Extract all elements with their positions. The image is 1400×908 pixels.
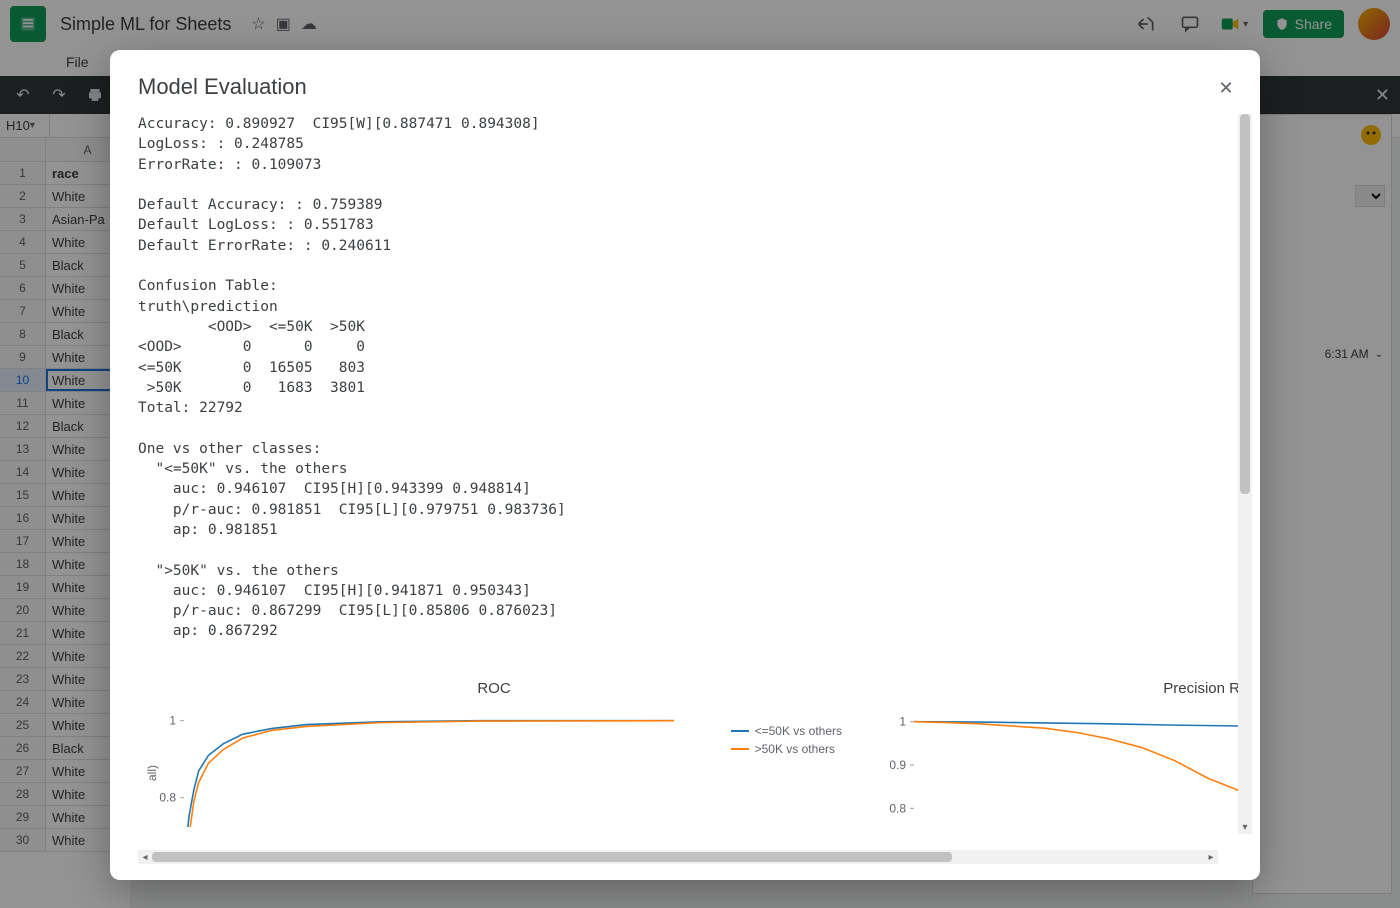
svg-text:0.8: 0.8	[889, 801, 906, 815]
roc-chart: ROC 0.8 1 all) <=50K vs others >50K vs oth…	[144, 680, 844, 827]
roc-legend: <=50K vs others >50K vs others	[731, 724, 842, 760]
svg-text:0.8: 0.8	[159, 791, 176, 805]
scroll-right-arrow-icon[interactable]: ▸	[1204, 850, 1218, 864]
scrollbar-thumb[interactable]	[152, 852, 952, 862]
roc-chart-title: ROC	[144, 680, 844, 697]
modal-title: Model Evaluation	[138, 74, 307, 100]
svg-text:1: 1	[169, 714, 176, 728]
scroll-down-arrow-icon[interactable]: ▾	[1238, 820, 1252, 834]
svg-text:all): all)	[145, 765, 159, 781]
legend-label: <=50K vs others	[755, 724, 842, 738]
pr-chart-title: Precision R	[884, 680, 1244, 697]
svg-text:1: 1	[899, 715, 906, 729]
legend-label: >50K vs others	[755, 742, 835, 756]
pr-chart: Precision R 0.8 0.9 1	[884, 680, 1244, 827]
scrollbar-thumb[interactable]	[1240, 114, 1250, 494]
scroll-left-arrow-icon[interactable]: ◂	[138, 850, 152, 864]
evaluation-text: Accuracy: 0.890927 CI95[W][0.887471 0.89…	[138, 114, 1252, 662]
evaluation-modal: Model Evaluation ✕ Accuracy: 0.890927 CI…	[110, 50, 1260, 880]
svg-text:0.9: 0.9	[889, 758, 906, 772]
horizontal-scrollbar[interactable]: ◂ ▸	[138, 850, 1218, 864]
close-icon[interactable]: ✕	[1212, 74, 1240, 102]
vertical-scrollbar[interactable]: ▴ ▾	[1238, 114, 1252, 834]
